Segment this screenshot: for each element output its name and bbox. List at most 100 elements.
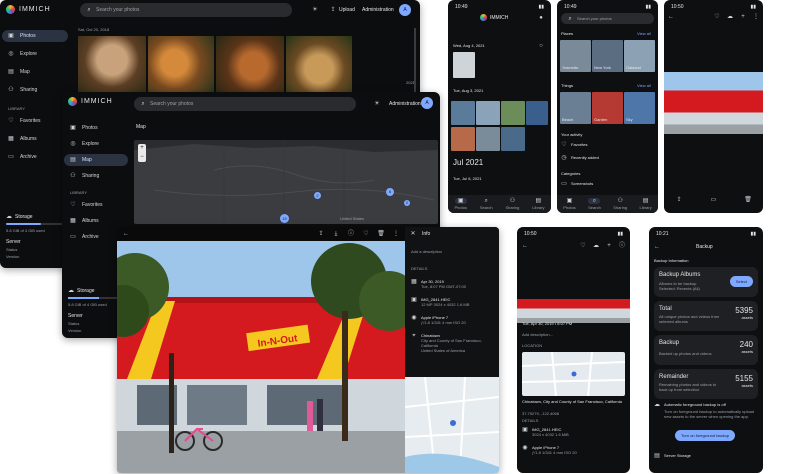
sidebar-item-photos[interactable]: ▣ Photos <box>64 122 128 134</box>
recently-added-row[interactable]: ◷ Recently added <box>561 155 598 161</box>
screenshots-row[interactable]: ▭ Screenshots <box>561 181 593 187</box>
photo-thumbnail[interactable] <box>476 127 500 151</box>
view-all-link[interactable]: View all <box>637 31 651 36</box>
cloud-icon[interactable]: ☁ <box>727 14 733 20</box>
nav-tab-search[interactable]: ⌕ Search <box>480 198 493 210</box>
sidebar-item-explore[interactable]: ◎ Explore <box>64 138 128 150</box>
zoom-in-button[interactable]: + <box>138 144 146 153</box>
theme-toggle-icon[interactable]: ☀ <box>374 101 380 107</box>
favorite-icon[interactable]: ♡ <box>714 14 720 20</box>
search-input[interactable]: ⌕ Search your photos <box>80 3 292 17</box>
sidebar-item-favorites[interactable]: ♡ Favorites <box>64 199 128 211</box>
photo-thumbnail[interactable] <box>148 36 214 96</box>
map-view[interactable]: + − 2 6 2 15 United States <box>134 140 438 224</box>
cloud-icon[interactable]: ☁ <box>593 243 599 249</box>
nav-tab-sharing[interactable]: ⚇ Sharing <box>613 198 627 210</box>
search-input[interactable]: ⌕ Search your photos <box>134 97 356 111</box>
thing-card[interactable]: Sky <box>624 92 655 124</box>
archive-icon[interactable]: ▭ <box>711 197 717 203</box>
upload-button[interactable]: ⇪ Upload <box>330 7 354 13</box>
search-input[interactable]: ⌕ Search your photos <box>561 13 654 24</box>
nav-label: Favorites <box>20 118 41 124</box>
sidebar-item-map[interactable]: ▤ Map <box>2 66 68 78</box>
administration-link[interactable]: Administration <box>389 101 421 107</box>
info-icon[interactable]: ⓘ <box>348 231 354 237</box>
administration-link[interactable]: Administration <box>362 7 394 13</box>
nav-tab-photos[interactable]: ▣ Photos <box>454 198 467 210</box>
photo-thumbnail[interactable] <box>476 101 500 125</box>
sidebar-item-sharing[interactable]: ⚇ Sharing <box>64 170 128 182</box>
location-map[interactable] <box>521 351 626 397</box>
sidebar-item-sharing[interactable]: ⚇ Sharing <box>2 84 68 96</box>
more-options-icon[interactable]: ⋮ <box>393 231 399 237</box>
photo-thumbnail[interactable] <box>216 36 284 96</box>
photo-thumbnail[interactable] <box>526 101 548 125</box>
app-logo[interactable]: IMMICH <box>68 97 113 106</box>
turn-on-foreground-backup-button[interactable]: Turn on foreground backup <box>675 430 736 441</box>
nav-label: Archive <box>20 154 37 160</box>
sidebar-item-archive[interactable]: ▭ Archive <box>2 151 68 163</box>
zoom-out-button[interactable]: − <box>138 153 146 162</box>
description-input[interactable]: Add description... <box>522 332 553 337</box>
profile-icon[interactable]: ● <box>538 15 544 21</box>
select-button[interactable]: Select <box>729 276 753 287</box>
sidebar-item-photos[interactable]: ▣ Photos <box>2 30 68 42</box>
thing-card[interactable]: Beach <box>560 92 591 124</box>
favorite-icon[interactable]: ♡ <box>580 243 586 249</box>
description-input[interactable]: Add a description <box>405 241 499 262</box>
photo-thumbnail[interactable] <box>453 52 475 78</box>
photo-thumbnail[interactable] <box>501 127 525 151</box>
nav-tab-library[interactable]: ▤ Library <box>532 198 544 210</box>
photo-thumbnail[interactable] <box>451 101 475 125</box>
sidebar-item-albums[interactable]: ▦ Albums <box>2 133 68 145</box>
sidebar-item-albums[interactable]: ▦ Albums <box>64 215 128 227</box>
theme-toggle-icon[interactable]: ☀ <box>312 7 318 13</box>
photo-thumbnail[interactable] <box>501 101 525 125</box>
back-arrow-icon[interactable]: ← <box>668 14 674 20</box>
favorite-icon[interactable]: ♡ <box>363 231 369 237</box>
photo-thumbnail[interactable] <box>286 36 352 96</box>
download-icon[interactable]: ⤓ <box>333 231 339 237</box>
back-arrow-icon[interactable]: ← <box>654 244 660 250</box>
delete-icon[interactable]: 🗑 <box>744 197 752 203</box>
app-logo[interactable]: IMMICH <box>6 5 51 14</box>
main-photo[interactable]: In-N-Out <box>117 241 405 473</box>
add-icon[interactable]: + <box>740 14 746 20</box>
location-mini-map[interactable] <box>405 377 499 473</box>
user-avatar[interactable]: A <box>421 97 433 109</box>
photo-thumbnail[interactable] <box>451 127 475 151</box>
close-icon[interactable]: ✕ <box>410 231 416 237</box>
map-cluster-marker[interactable]: 2 <box>404 200 410 206</box>
add-icon[interactable]: + <box>606 243 612 249</box>
nav-tab-library[interactable]: ▤ Library <box>640 198 652 210</box>
info-icon[interactable]: ⓘ <box>619 243 625 249</box>
select-circle-icon[interactable]: ○ <box>538 43 544 49</box>
nav-tab-sharing[interactable]: ⚇ Sharing <box>506 198 520 210</box>
share-icon[interactable]: ⇪ <box>318 231 324 237</box>
nav-tab-search[interactable]: ⌕ Search <box>588 198 601 210</box>
sidebar-item-map[interactable]: ▤ Map <box>64 154 128 166</box>
photo-preview[interactable] <box>664 72 763 134</box>
favorites-row[interactable]: ♡ Favorites <box>561 142 587 148</box>
thing-card[interactable]: Garden <box>592 92 623 124</box>
delete-icon[interactable]: 🗑 <box>377 231 385 237</box>
map-cluster-marker[interactable]: 2 <box>314 192 321 199</box>
user-avatar[interactable]: A <box>399 4 411 16</box>
back-arrow-icon[interactable]: ← <box>123 231 129 237</box>
place-card[interactable]: New York <box>592 40 623 72</box>
photo-preview[interactable] <box>517 299 630 323</box>
place-card[interactable]: Yosemite <box>560 40 591 72</box>
nav-tab-photos[interactable]: ▣ Photos <box>563 198 575 210</box>
sidebar-item-favorites[interactable]: ♡ Favorites <box>2 115 68 127</box>
map-cluster-marker[interactable]: 15 <box>280 214 289 223</box>
place-card[interactable]: Oakland <box>624 40 655 72</box>
more-options-icon[interactable]: ⋮ <box>753 14 759 20</box>
back-arrow-icon[interactable]: ← <box>522 243 528 249</box>
sidebar-item-explore[interactable]: ◎ Explore <box>2 48 68 60</box>
nav-label: Photos <box>20 33 36 39</box>
view-all-link[interactable]: View all <box>637 83 651 88</box>
map-cluster-marker[interactable]: 6 <box>386 188 394 196</box>
coordinates: 37.79279, -122.4068 <box>522 411 559 416</box>
photo-thumbnail[interactable] <box>78 36 146 96</box>
share-icon[interactable]: ⇪ <box>676 197 682 203</box>
